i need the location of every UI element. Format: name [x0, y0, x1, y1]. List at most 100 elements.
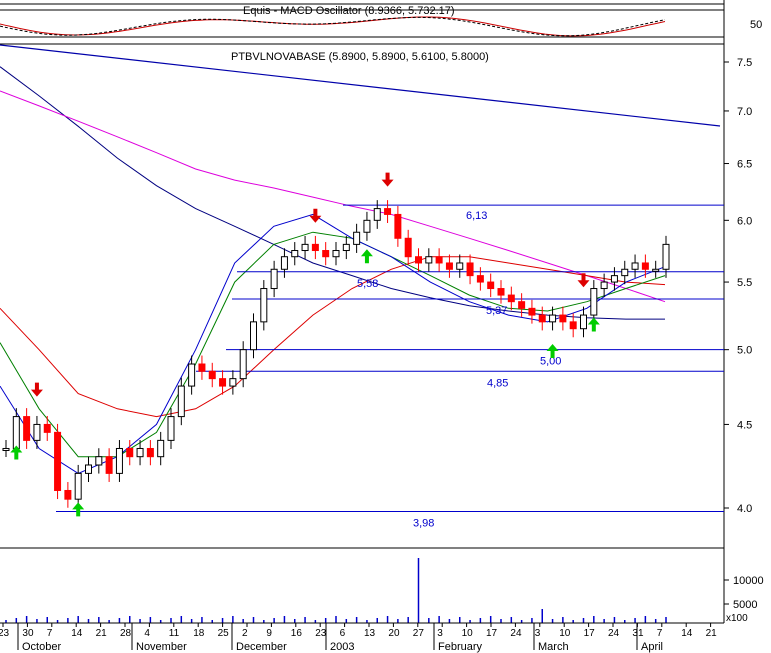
osc-tick-50: 50 — [750, 19, 762, 31]
price-tick-label: 4.0 — [737, 503, 752, 515]
candle-body — [476, 275, 484, 283]
x-day-label: 9 — [266, 628, 272, 639]
x-day-label: 14 — [71, 628, 83, 639]
candle-body — [136, 447, 144, 458]
x-month-label: December — [236, 641, 287, 653]
candle-body — [146, 447, 154, 458]
x-day-label: 31 — [632, 628, 644, 639]
candle-body — [363, 219, 371, 233]
candle-body — [353, 231, 361, 245]
candle-body — [610, 275, 618, 283]
candle-body — [157, 439, 165, 458]
sell-arrow-icon — [309, 208, 322, 223]
x-day-label: 16 — [291, 628, 303, 639]
candle-body — [394, 213, 402, 239]
x-day-label: 7 — [47, 628, 53, 639]
x-day-label: 4 — [144, 628, 150, 639]
x-day-label: 3 — [437, 628, 443, 639]
candle-body — [373, 208, 381, 221]
x-day-label: 14 — [681, 628, 693, 639]
candle-body — [311, 243, 319, 252]
candle-body — [188, 363, 196, 387]
candle-body — [662, 243, 670, 270]
candle-body — [260, 288, 268, 323]
chart-root: Equis - MACD Oscillator (8.9366, 5.732.1… — [0, 0, 771, 653]
oscillator-header: Equis - MACD Oscillator (8.9366, 5.732.1… — [243, 5, 455, 17]
candle-body — [322, 250, 330, 258]
moving-averages — [0, 44, 721, 474]
sell-arrow-icon — [381, 172, 394, 187]
horizontal-levels: 6,135,585,375,004,853,98 — [56, 204, 724, 530]
candle-body — [342, 243, 350, 252]
volume-panel — [5, 558, 667, 623]
candle-body — [621, 268, 629, 277]
x-month-label: April — [641, 641, 663, 653]
price-tick-label: 6.5 — [737, 159, 752, 171]
candle-body — [466, 262, 474, 277]
level-label: 5,58 — [357, 278, 378, 290]
candle-body — [507, 294, 515, 303]
candle-body — [105, 456, 113, 474]
candle-body — [569, 321, 577, 330]
x-month-label: 2003 — [330, 641, 354, 653]
oscillator-panel: Equis - MACD Oscillator (8.9366, 5.732.1… — [0, 0, 762, 44]
candle-body — [2, 447, 10, 451]
x-day-label: 3 — [535, 628, 541, 639]
candle-body — [456, 262, 464, 270]
x-day-label: 18 — [193, 628, 205, 639]
candle-body — [280, 256, 288, 270]
price-tick-label: 5.0 — [737, 345, 752, 357]
candle-body — [54, 431, 62, 491]
x-day-label: 17 — [584, 628, 596, 639]
candle-body — [415, 256, 422, 264]
candle-body — [445, 262, 453, 270]
x-day-label: 28 — [120, 628, 132, 639]
volume-axis: 10000 5000 x100 — [724, 575, 764, 624]
x-day-label: 25 — [218, 628, 230, 639]
buy-arrow-icon — [10, 445, 23, 460]
candle-body — [177, 385, 185, 418]
candle-body — [652, 268, 660, 272]
candle-body — [559, 314, 567, 323]
level-label: 4,85 — [487, 377, 508, 389]
candle-body — [600, 281, 608, 290]
x-day-label: 24 — [510, 628, 522, 639]
price-axis: 7.5 7.0 6.5 6.0 5.5 5.0 4.5 4.0 — [724, 57, 752, 515]
candle-body — [528, 307, 536, 316]
x-month-label: October — [22, 641, 61, 653]
candle-body — [641, 262, 649, 270]
x-day-label: 20 — [388, 628, 400, 639]
candle-body — [590, 288, 598, 316]
x-day-label: 7 — [657, 628, 663, 639]
price-tick-label: 6.0 — [737, 215, 752, 227]
candle-body — [239, 349, 247, 380]
candle-body — [549, 314, 557, 323]
moving-average-line — [0, 90, 666, 303]
candle-body — [404, 237, 412, 258]
x-day-label: 13 — [364, 628, 376, 639]
level-label: 3,98 — [413, 518, 434, 530]
candle-body — [219, 378, 227, 387]
candle-body — [332, 250, 340, 258]
volume-unit-label: x100 — [726, 613, 748, 624]
volume-tick-label: 10000 — [733, 575, 764, 587]
candle-body — [487, 281, 495, 290]
candle-body — [23, 416, 31, 441]
x-axis: 23 30 7 14 21 28 4 11 18 25 2 9 16 23 6 13 20 27 3 10 17 24 3 1… — [0, 623, 717, 653]
candle-body — [64, 489, 72, 500]
x-day-label: 30 — [22, 628, 34, 639]
x-day-label: 6 — [340, 628, 346, 639]
price-tick-label: 4.5 — [737, 419, 752, 431]
candle-body — [12, 416, 20, 449]
x-day-label: 11 — [169, 628, 180, 639]
x-month-label: March — [538, 641, 569, 653]
candles — [2, 200, 670, 508]
candle-body — [270, 268, 278, 290]
x-day-label: 27 — [413, 628, 425, 639]
x-day-label: 21 — [96, 628, 108, 639]
buy-arrow-icon — [587, 317, 600, 332]
sell-arrow-icon — [30, 382, 43, 397]
price-tick-label: 7.5 — [737, 57, 752, 69]
candle-body — [580, 314, 587, 330]
candle-body — [33, 423, 41, 441]
